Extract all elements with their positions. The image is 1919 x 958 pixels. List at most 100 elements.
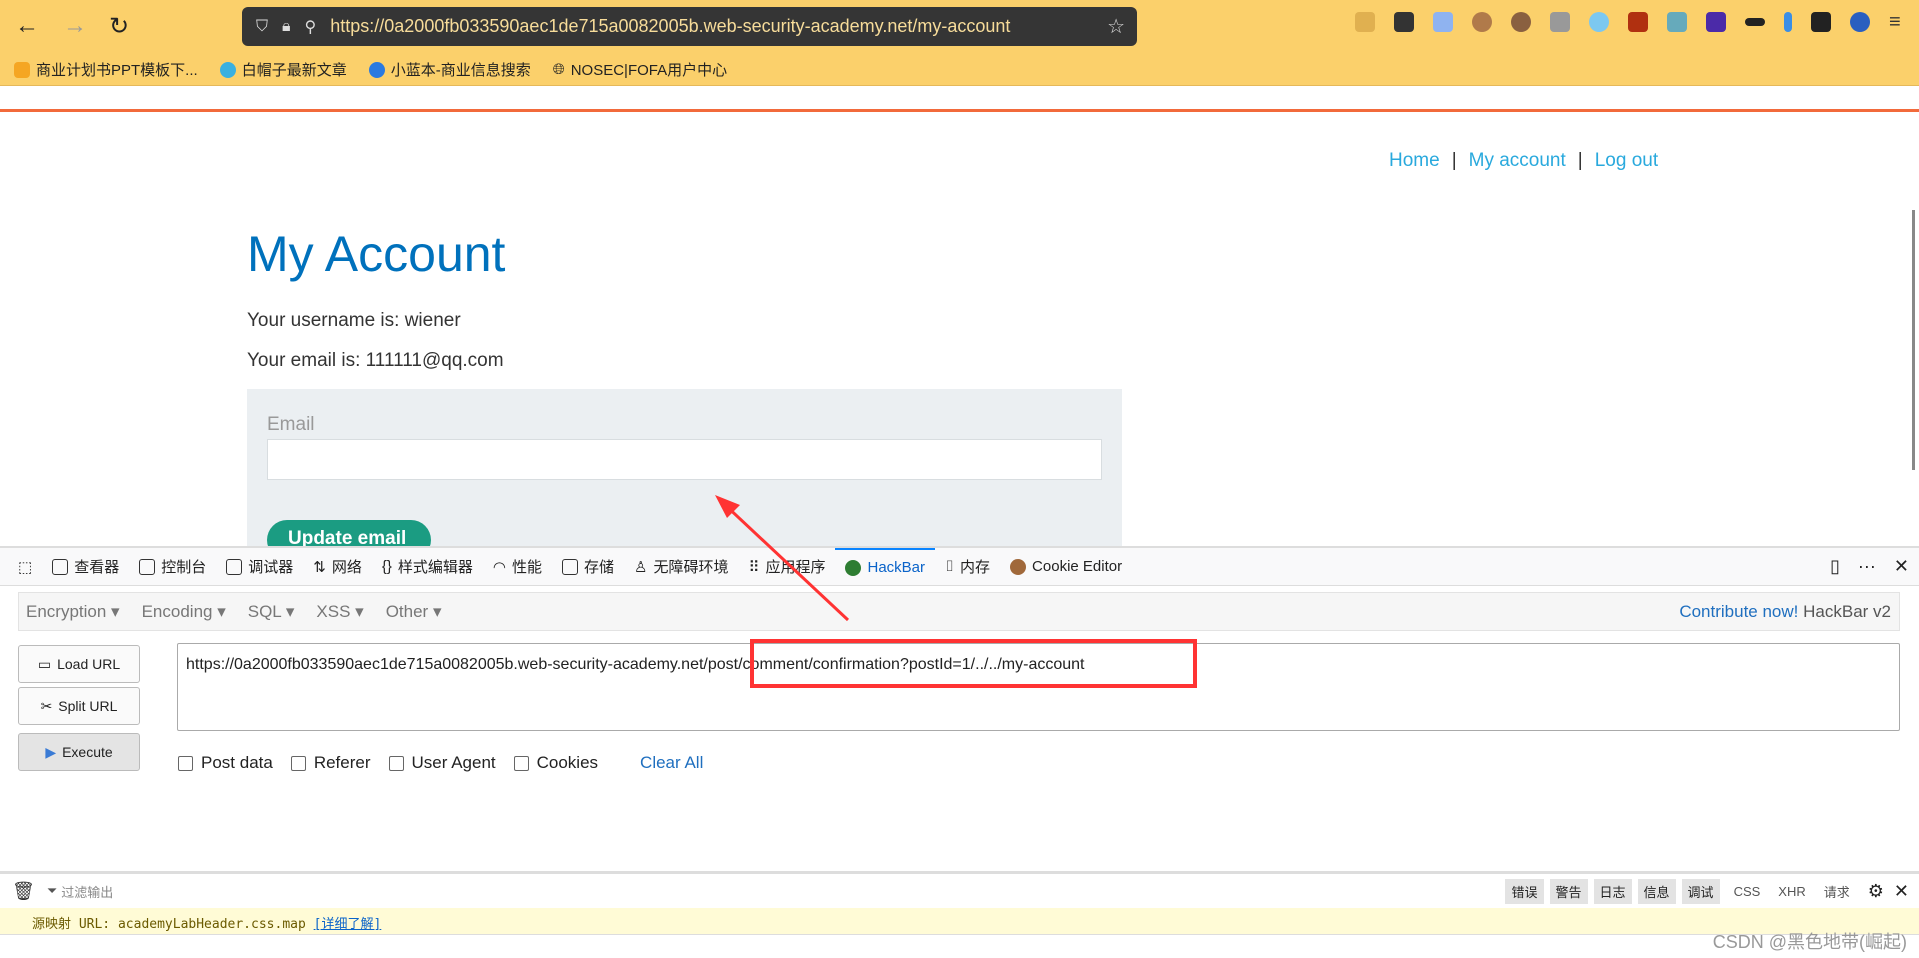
menu-icon[interactable]: ≡ — [1889, 12, 1909, 32]
cookie-icon[interactable] — [1511, 12, 1531, 32]
nav-home[interactable]: Home — [1389, 150, 1440, 172]
tab-accessibility[interactable]: ♙ 无障碍环境 — [624, 548, 738, 586]
contribute-link[interactable]: Contribute now! — [1679, 602, 1798, 621]
email-text: Your email is: 111111@qq.com — [247, 350, 504, 371]
forward-icon[interactable]: → — [60, 12, 90, 40]
tab-network[interactable]: ⇅ 网络 — [303, 548, 372, 586]
gauge-icon: ◠ — [492, 558, 506, 576]
bookmark[interactable]: 🌐︎ NOSEC|FOFA用户中心 — [553, 59, 727, 80]
back-icon[interactable]: ← — [12, 12, 42, 40]
menu-label: Encoding — [141, 601, 213, 621]
filter-input[interactable]: 过滤输出 — [61, 882, 113, 901]
pin-icon[interactable] — [1784, 12, 1792, 32]
tab-label: 无障碍环境 — [653, 559, 729, 576]
extension-icon[interactable] — [1850, 12, 1870, 32]
trash-icon[interactable]: 🗑︎ — [12, 881, 35, 902]
extension-icon[interactable] — [1706, 12, 1726, 32]
execute-button[interactable]: ▶ Execute — [18, 733, 140, 771]
tab-label: 调试器 — [248, 559, 294, 576]
checkbox[interactable] — [178, 755, 193, 771]
tab-storage[interactable]: 存储 — [552, 548, 624, 586]
more-icon[interactable]: ··· — [1858, 556, 1876, 577]
close-icon[interactable]: ✕ — [1894, 881, 1909, 902]
menu-label: SQL — [247, 601, 282, 621]
tab-console[interactable]: 控制台 — [129, 548, 216, 586]
top-nav: Home | My account | Log out — [1389, 150, 1658, 172]
load-url-button[interactable]: ▭ Load URL — [18, 645, 140, 683]
menu-encoding[interactable]: Encoding ▾ — [142, 602, 226, 622]
username-text: Your username is: wiener — [247, 310, 461, 331]
download-icon[interactable] — [1355, 12, 1375, 32]
filter-warnings[interactable]: 警告 — [1549, 878, 1588, 904]
checkbox[interactable] — [388, 755, 404, 771]
cookie-icon[interactable] — [1472, 12, 1492, 32]
network-icon: ⇅ — [313, 558, 326, 576]
tab-hackbar[interactable]: HackBar — [835, 547, 936, 586]
referer-checkbox[interactable]: Referer — [290, 753, 371, 773]
filter-errors[interactable]: 错误 — [1505, 878, 1544, 904]
filter-css[interactable]: CSS — [1734, 884, 1761, 899]
bookmark-star-icon[interactable]: ☆ — [1107, 14, 1125, 39]
nav-logout[interactable]: Log out — [1595, 150, 1658, 172]
extension-icon[interactable] — [1433, 12, 1453, 32]
filter-requests[interactable]: 请求 — [1824, 882, 1850, 901]
nav-my-account[interactable]: My account — [1469, 150, 1566, 172]
email-input[interactable] — [267, 439, 1102, 480]
cookies-checkbox[interactable]: Cookies — [513, 753, 598, 773]
bookmark-label: 商业计划书PPT模板下... — [36, 62, 198, 79]
debugger-icon — [226, 558, 243, 575]
nav-separator: | — [1577, 150, 1583, 171]
post-data-checkbox[interactable]: Post data — [178, 753, 273, 773]
undo-icon[interactable] — [1394, 12, 1414, 32]
extension-icon[interactable] — [1589, 12, 1609, 32]
tab-performance[interactable]: ◠ 性能 — [483, 548, 552, 586]
menu-xss[interactable]: XSS ▾ — [316, 602, 363, 622]
bookmark[interactable]: 小蓝本-商业信息搜索 — [368, 59, 531, 80]
split-url-button[interactable]: ✂ Split URL — [18, 687, 140, 725]
extension-icon[interactable] — [1628, 12, 1648, 32]
url-text[interactable]: https://0a2000fb033590aec1de715a0082005b… — [330, 16, 1010, 37]
filter-xhr[interactable]: XHR — [1778, 884, 1805, 899]
storage-icon — [561, 558, 578, 575]
tab-label: HackBar — [867, 559, 926, 576]
tab-inspector[interactable]: 查看器 — [42, 548, 129, 586]
bookmark[interactable]: 商业计划书PPT模板下... — [14, 59, 198, 80]
bookmark[interactable]: 白帽子最新文章 — [219, 59, 347, 80]
tab-debugger[interactable]: 调试器 — [216, 548, 303, 586]
element-picker-icon[interactable]: ⬚ — [8, 548, 42, 586]
learn-more-link[interactable]: [详细了解] — [314, 917, 382, 932]
tab-cookie-editor[interactable]: Cookie Editor — [1000, 548, 1132, 586]
tab-label: 网络 — [331, 559, 362, 576]
extension-icon[interactable] — [1550, 12, 1570, 32]
tab-memory[interactable]: ⌷ 内存 — [935, 548, 1000, 586]
close-icon[interactable]: ✕ — [1894, 556, 1909, 577]
dock-icon[interactable]: ▯ — [1830, 556, 1840, 577]
gear-icon[interactable]: ⚙ — [1868, 881, 1884, 902]
play-icon: ▶ — [45, 743, 57, 760]
filter-debug[interactable]: 调试 — [1681, 878, 1720, 904]
permissions-icon: ⚲ — [304, 18, 317, 36]
filter-icon: ⏷ — [46, 883, 58, 898]
tab-application[interactable]: ⠿ 应用程序 — [738, 548, 835, 586]
checkbox[interactable] — [513, 755, 529, 771]
menu-other[interactable]: Other ▾ — [386, 602, 442, 622]
bookmark-label: NOSEC|FOFA用户中心 — [570, 62, 728, 79]
hackbar-menu: Encryption ▾ Encoding ▾ SQL ▾ XSS ▾ Othe… — [18, 592, 1900, 631]
user-agent-checkbox[interactable]: User Agent — [388, 753, 496, 773]
checkbox-label: Post data — [201, 753, 273, 772]
hacker-icon[interactable] — [1811, 12, 1831, 32]
hat-icon[interactable] — [1745, 18, 1765, 26]
menu-encryption[interactable]: Encryption ▾ — [26, 602, 120, 622]
scissors-icon: ✂ — [40, 697, 53, 714]
page-scrollbar[interactable] — [1912, 210, 1915, 470]
checkbox[interactable] — [290, 755, 306, 771]
address-bar[interactable]: ⛉ 🔒︎ ⚲ https://0a2000fb033590aec1de715a0… — [242, 7, 1137, 46]
menu-sql[interactable]: SQL ▾ — [248, 602, 295, 622]
filter-info[interactable]: 信息 — [1637, 878, 1676, 904]
shield-icon: ⛉ — [256, 17, 269, 35]
toggle-icon[interactable] — [1667, 12, 1687, 32]
clear-all-link[interactable]: Clear All — [640, 753, 703, 773]
filter-logs[interactable]: 日志 — [1593, 878, 1632, 904]
reload-icon[interactable]: ↻ — [104, 12, 134, 41]
tab-style-editor[interactable]: {} 样式编辑器 — [372, 548, 483, 586]
